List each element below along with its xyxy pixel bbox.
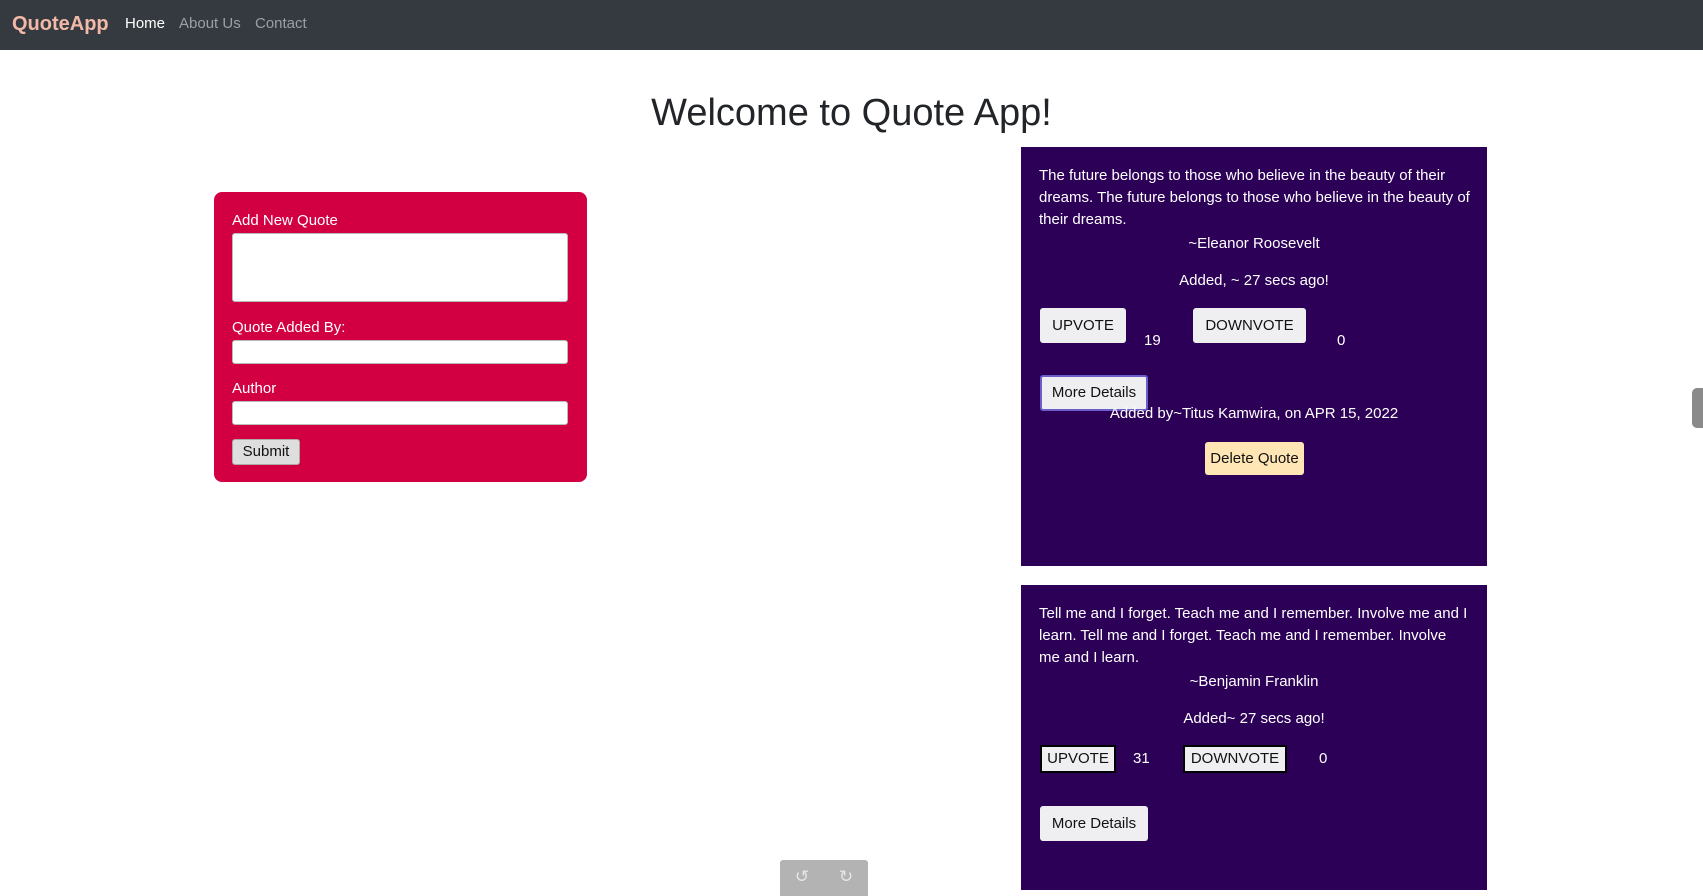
downvote-button[interactable]: DOWNVOTE <box>1183 745 1287 773</box>
upvote-count: 19 <box>1144 332 1161 349</box>
navbar: QuoteApp Home About Us Contact <box>0 0 1703 50</box>
quote-card: The future belongs to those who believe … <box>1021 147 1487 566</box>
quote-author: ~Eleanor Roosevelt <box>1188 235 1320 252</box>
quote-added-time: Added, ~ 27 secs ago! <box>1179 272 1329 289</box>
undo-icon[interactable]: ↺ <box>793 868 811 886</box>
bottom-toolbar: ↺ ↻ <box>780 860 868 896</box>
upvote-button[interactable]: UPVOTE <box>1040 745 1116 773</box>
downvote-count: 0 <box>1319 750 1328 767</box>
quote-author: ~Benjamin Franklin <box>1189 673 1319 690</box>
quote-card: Tell me and I forget. Teach me and I rem… <box>1021 585 1487 890</box>
quote-text: Tell me and I forget. Teach me and I rem… <box>1039 605 1468 666</box>
new-quote-textarea[interactable] <box>232 233 568 302</box>
new-quote-label: Add New Quote <box>232 212 338 229</box>
redo-icon[interactable]: ↻ <box>837 868 855 886</box>
side-scroll-handle[interactable] <box>1692 388 1703 428</box>
upvote-count: 31 <box>1133 750 1150 767</box>
author-input[interactable] <box>232 401 568 425</box>
brand-logo[interactable]: QuoteApp <box>12 13 109 36</box>
nav-link-home[interactable]: Home <box>125 15 165 32</box>
submit-button[interactable]: Submit <box>232 439 300 465</box>
downvote-count: 0 <box>1337 332 1346 349</box>
author-label: Author <box>232 380 277 397</box>
more-details-button[interactable]: More Details <box>1040 806 1148 841</box>
added-by-text: Added by~Titus Kamwira, on APR 15, 2022 <box>1109 405 1399 422</box>
added-by-input[interactable] <box>232 340 568 364</box>
delete-quote-button[interactable]: Delete Quote <box>1205 442 1304 475</box>
add-quote-form: Add New Quote Quote Added By: Author Sub… <box>214 192 587 482</box>
quote-text: The future belongs to those who believe … <box>1039 167 1470 228</box>
nav-link-contact[interactable]: Contact <box>255 15 307 32</box>
nav-link-about-us[interactable]: About Us <box>179 15 241 32</box>
added-by-label: Quote Added By: <box>232 319 346 336</box>
downvote-button[interactable]: DOWNVOTE <box>1193 308 1306 343</box>
upvote-button[interactable]: UPVOTE <box>1040 308 1126 343</box>
page-title: Welcome to Quote App! <box>651 92 1052 134</box>
quote-added-time: Added~ 27 secs ago! <box>1183 710 1325 727</box>
